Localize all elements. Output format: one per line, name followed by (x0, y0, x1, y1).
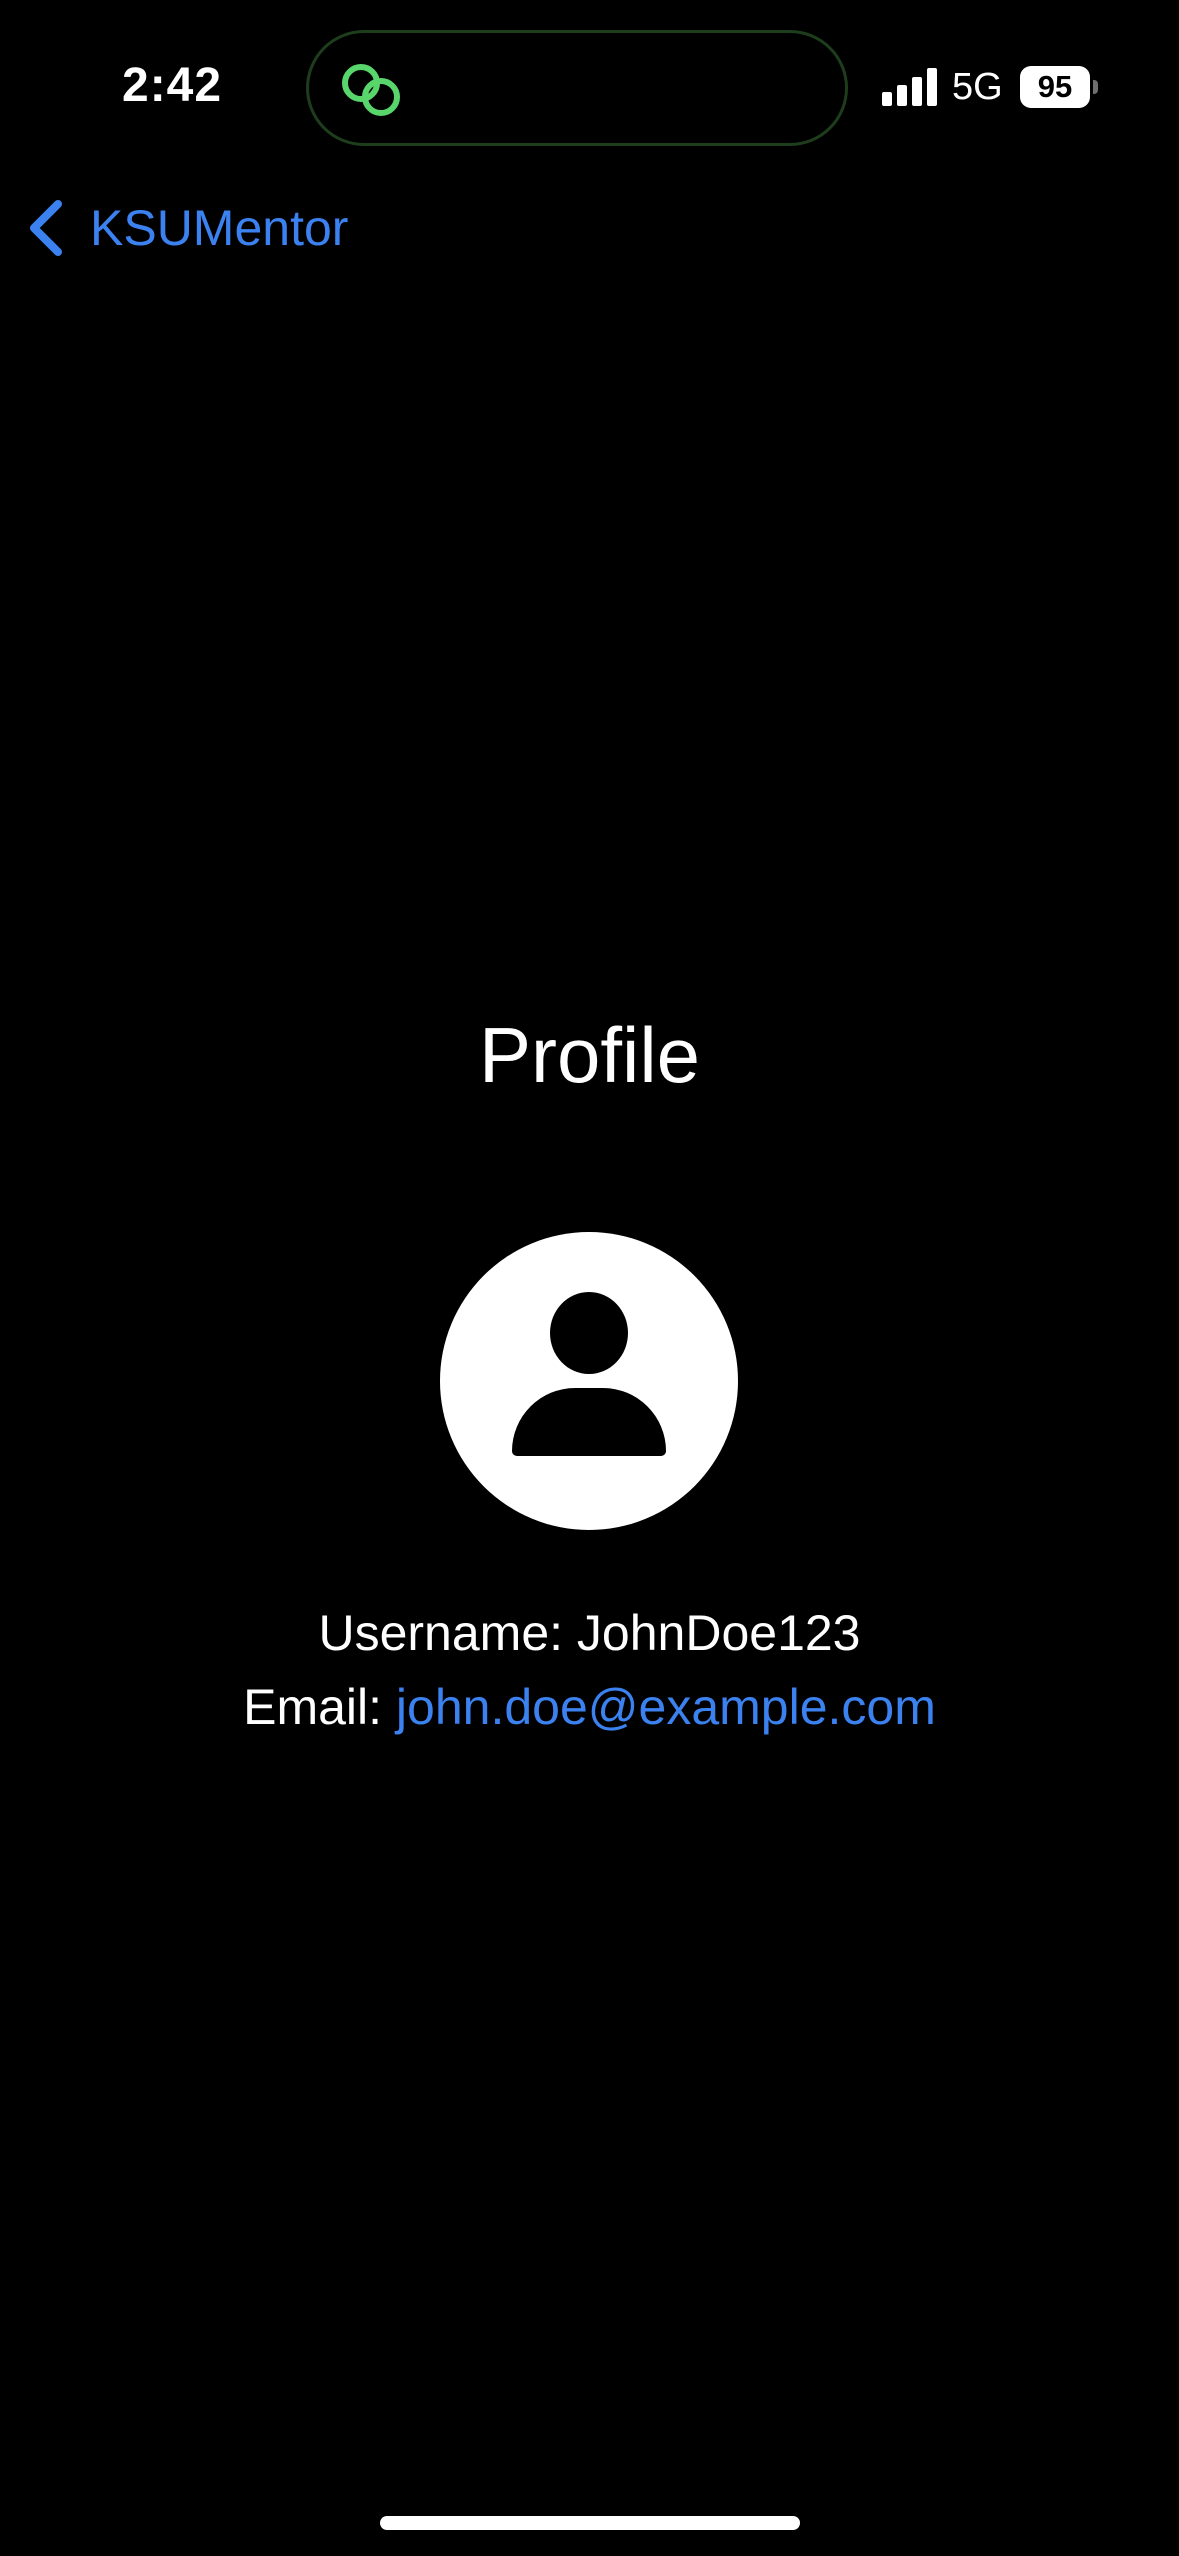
email-label: Email: (243, 1679, 396, 1735)
home-indicator[interactable] (380, 2516, 800, 2530)
email-link[interactable]: john.doe@example.com (396, 1679, 936, 1735)
back-button[interactable]: KSUMentor (24, 192, 348, 264)
cellular-signal-icon (882, 68, 937, 106)
username-label: Username: (318, 1605, 577, 1661)
username-value: JohnDoe123 (576, 1605, 861, 1661)
battery-level: 95 (1020, 66, 1090, 108)
person-icon-body (512, 1388, 666, 1456)
status-time: 2:42 (122, 59, 223, 112)
dynamic-island[interactable] (306, 30, 848, 146)
username-line: Username: JohnDoe123 (0, 1604, 1179, 1662)
email-line: Email: john.doe@example.com (0, 1678, 1179, 1736)
battery-icon: 95 (1020, 66, 1100, 108)
page-title: Profile (478, 1011, 701, 1099)
chevron-left-icon (30, 200, 62, 256)
person-icon-head (550, 1292, 628, 1374)
battery-cap (1093, 80, 1098, 94)
linked-rings-icon (342, 64, 400, 116)
back-button-label: KSUMentor (90, 200, 349, 256)
avatar (440, 1232, 738, 1530)
network-type: 5G (952, 66, 1003, 108)
